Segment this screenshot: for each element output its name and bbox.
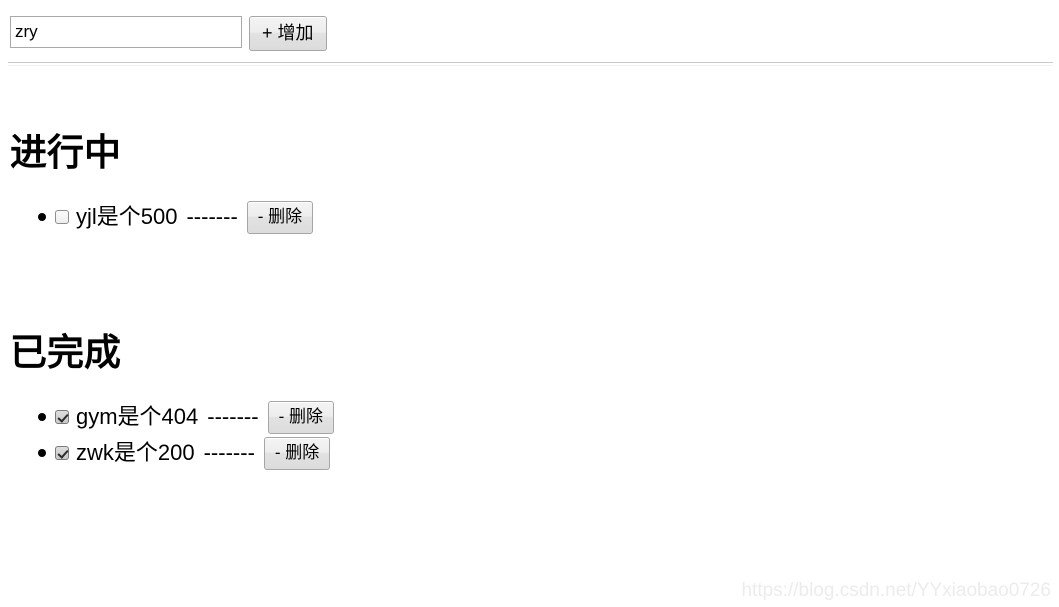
delete-todo-button[interactable]: - 删除 — [246, 200, 314, 234]
delete-todo-button[interactable]: - 删除 — [267, 400, 334, 434]
add-todo-button[interactable]: + 增加 — [249, 16, 327, 51]
section-done-title: 已完成 — [10, 332, 121, 373]
todo-label: zwk是个200 — [76, 440, 195, 465]
list-item: zwk是个200 ------- - 删除 — [38, 436, 1059, 470]
section-pending: 进行中 yjl是个500 ------- - 删除 — [0, 128, 1059, 236]
list-item: gym是个404 ------- - 删除 — [38, 400, 1059, 434]
todo-checkbox[interactable] — [55, 446, 69, 460]
todo-label: gym是个404 — [76, 404, 199, 429]
delete-todo-button[interactable]: - 删除 — [263, 436, 331, 470]
header-divider — [8, 62, 1053, 66]
todo-separator-dashes: ------- — [203, 440, 255, 465]
new-todo-input[interactable] — [10, 16, 242, 48]
todo-label: yjl是个500 — [76, 204, 178, 229]
todo-separator-dashes: ------- — [207, 404, 259, 429]
todo-checkbox[interactable] — [55, 410, 69, 424]
section-done: 已完成 gym是个404 ------- - 删除 zwk是个200 -----… — [0, 328, 1059, 472]
section-pending-title: 进行中 — [10, 132, 121, 173]
list-item: yjl是个500 ------- - 删除 — [38, 200, 1059, 234]
done-todo-list: gym是个404 ------- - 删除 zwk是个200 ------- -… — [0, 400, 1059, 470]
todo-separator-dashes: ------- — [186, 204, 238, 229]
site-watermark: https://blog.csdn.net/YYxiaobao0726 — [741, 580, 1051, 601]
todo-checkbox[interactable] — [55, 210, 69, 224]
add-todo-bar: + 增加 — [10, 16, 327, 51]
pending-todo-list: yjl是个500 ------- - 删除 — [0, 200, 1059, 234]
